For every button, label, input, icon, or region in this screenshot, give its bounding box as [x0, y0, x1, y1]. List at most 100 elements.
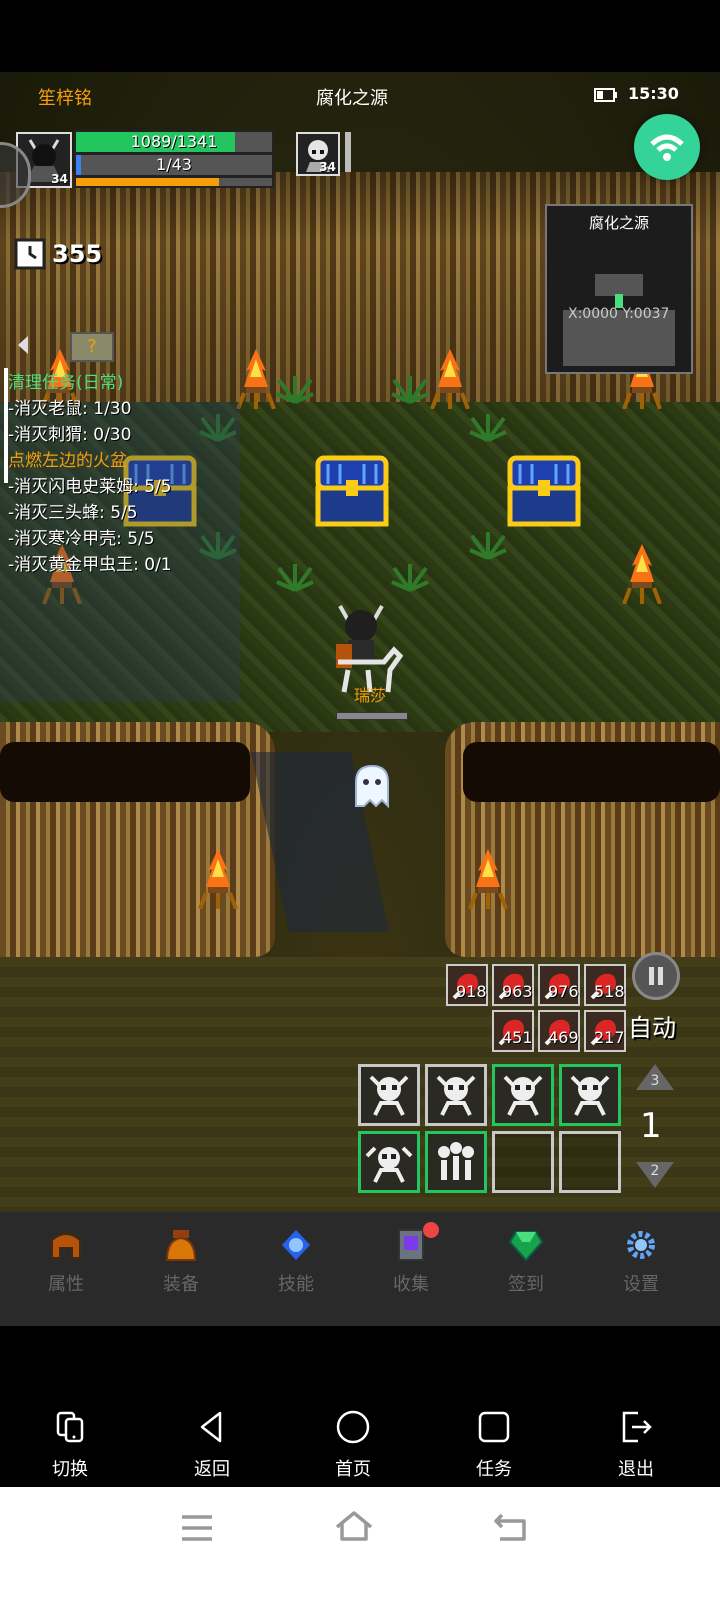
cave-wall-left: [0, 722, 275, 957]
game-viewport[interactable]: 瑞莎 ? 清理任务(日常) -消灭老鼠: 1/30 -消灭刺猬: 0/30 点燃…: [0, 72, 720, 1242]
quest-line: -消灭寒冷甲壳: 5/5: [8, 529, 155, 549]
npc-name-label: 瑞莎: [353, 686, 386, 705]
menu-label: 技能: [278, 1274, 314, 1295]
menu-skills[interactable]: 技能: [256, 1228, 336, 1296]
skill-slot-8[interactable]: [559, 1131, 621, 1193]
nav-label: 切换: [52, 1459, 88, 1480]
npc-health-bar: [336, 712, 408, 720]
helmet-icon: [51, 1233, 81, 1259]
fern-icon: [469, 414, 507, 442]
hp-bar: 1089/1341: [74, 130, 274, 154]
menu-checkin[interactable]: 签到: [486, 1228, 566, 1296]
menu-equipment[interactable]: 装备: [141, 1228, 221, 1296]
skill-orb-icon: [282, 1230, 310, 1260]
menu-lines-icon[interactable]: [180, 1513, 214, 1543]
menu-collection[interactable]: 收集: [371, 1222, 451, 1296]
hp-text: 1089/1341: [130, 132, 218, 151]
target-health-bar: [345, 132, 351, 172]
nav-tasks[interactable]: 任务: [454, 1409, 534, 1481]
loot-count: 451: [502, 1028, 533, 1047]
quest-line: -消灭闪电史莱姆: 5/5: [8, 477, 172, 497]
minimap[interactable]: 腐化之源: [545, 204, 693, 374]
ghost-pet-icon[interactable]: [350, 762, 394, 810]
wifi-floating-button[interactable]: [634, 114, 700, 180]
task-square-icon: [478, 1411, 510, 1443]
home-icon[interactable]: [334, 1509, 374, 1543]
nav-label: 首页: [335, 1459, 371, 1480]
skill-slot-3[interactable]: [492, 1064, 554, 1126]
quest-group-title[interactable]: 点燃左边的火盆: [8, 448, 238, 474]
map-coordinates: X:0000 Y:0037: [568, 306, 670, 322]
nav-back[interactable]: 返回: [172, 1409, 252, 1481]
xp-bar: [74, 176, 274, 188]
loot-count: 976: [548, 982, 579, 1001]
game-title-bar: 笙梓铭 腐化之源 15:30: [0, 72, 720, 122]
skill-slot-4[interactable]: [559, 1064, 621, 1126]
floor-number: 1: [640, 1106, 662, 1146]
bag-icon: [165, 1230, 197, 1261]
back-icon[interactable]: [494, 1511, 530, 1543]
summon-group-skill-icon: [438, 1142, 474, 1180]
brazier-torch-icon[interactable]: [622, 542, 662, 604]
skeleton-skill-icon: [365, 1146, 413, 1183]
skeleton-skill-icon: [503, 1075, 543, 1116]
menu-label: 签到: [508, 1274, 544, 1295]
emerald-icon: [508, 1231, 544, 1262]
quest-line: -消灭三头蜂: 5/5: [8, 503, 138, 523]
brazier-torch-icon[interactable]: [236, 347, 276, 409]
treasure-chest-icon[interactable]: [506, 454, 582, 530]
pause-button[interactable]: [632, 952, 680, 1000]
back-triangle-icon: [200, 1411, 222, 1443]
home-circle-icon: [336, 1410, 370, 1444]
quest-group-title[interactable]: 清理任务(日常): [8, 370, 238, 396]
cave-opening: [463, 742, 720, 802]
exit-icon: [622, 1411, 652, 1443]
nav-label: 退出: [618, 1459, 654, 1480]
loot-count: 217: [594, 1028, 625, 1047]
skill-slot-1[interactable]: [358, 1064, 420, 1126]
skill-slot-6[interactable]: [425, 1131, 487, 1193]
menu-label: 装备: [163, 1274, 199, 1295]
treasure-chest-icon[interactable]: [314, 454, 390, 530]
menu-settings[interactable]: 设置: [601, 1228, 681, 1296]
mp-bar: 1/43: [74, 153, 274, 177]
skill-slot-7[interactable]: [492, 1131, 554, 1193]
clock-time: 15:30: [628, 84, 679, 103]
brazier-torch-icon[interactable]: [468, 847, 508, 909]
menu-label: 属性: [48, 1274, 84, 1295]
clock-icon: [14, 238, 46, 270]
skeleton-skill-icon: [570, 1075, 610, 1116]
auto-toggle[interactable]: 自动: [628, 1008, 676, 1043]
fern-icon: [469, 532, 507, 560]
menu-attributes[interactable]: 属性: [26, 1228, 106, 1296]
wifi-icon: [650, 134, 684, 161]
cave-opening: [0, 742, 250, 802]
loot-tray: 918 963 976 518 451 469 217: [446, 964, 636, 1054]
xp-bar-fill: [76, 178, 220, 186]
menu-label: 设置: [623, 1274, 659, 1295]
brazier-torch-icon[interactable]: [198, 847, 238, 909]
menu-label: 收集: [393, 1274, 429, 1295]
skill-slot-5[interactable]: [358, 1131, 420, 1193]
map-title: 腐化之源: [316, 88, 388, 109]
brazier-torch-icon[interactable]: [430, 347, 470, 409]
nav-home[interactable]: 首页: [313, 1409, 393, 1481]
pause-icon: [649, 967, 663, 985]
loot-count: 963: [502, 982, 533, 1001]
nav-label: 返回: [194, 1459, 230, 1480]
quest-line: -消灭黄金甲虫王: 0/1: [8, 555, 172, 575]
fern-icon: [391, 564, 429, 592]
collapse-arrow-icon[interactable]: [8, 330, 38, 360]
minimap-title: 腐化之源: [588, 214, 649, 232]
cave-wall-right: [445, 722, 720, 957]
quest-line: -消灭刺猬: 0/30: [8, 425, 132, 445]
nav-switch[interactable]: 切换: [30, 1409, 110, 1481]
skill-slot-2[interactable]: [425, 1064, 487, 1126]
nav-exit[interactable]: 退出: [596, 1409, 676, 1481]
fern-icon: [276, 564, 314, 592]
notification-dot: [423, 1222, 439, 1238]
help-button[interactable]: ?: [70, 332, 114, 362]
target-portrait[interactable]: 34: [296, 132, 340, 176]
target-level: 34: [319, 160, 336, 174]
skeleton-skill-icon: [436, 1075, 476, 1116]
